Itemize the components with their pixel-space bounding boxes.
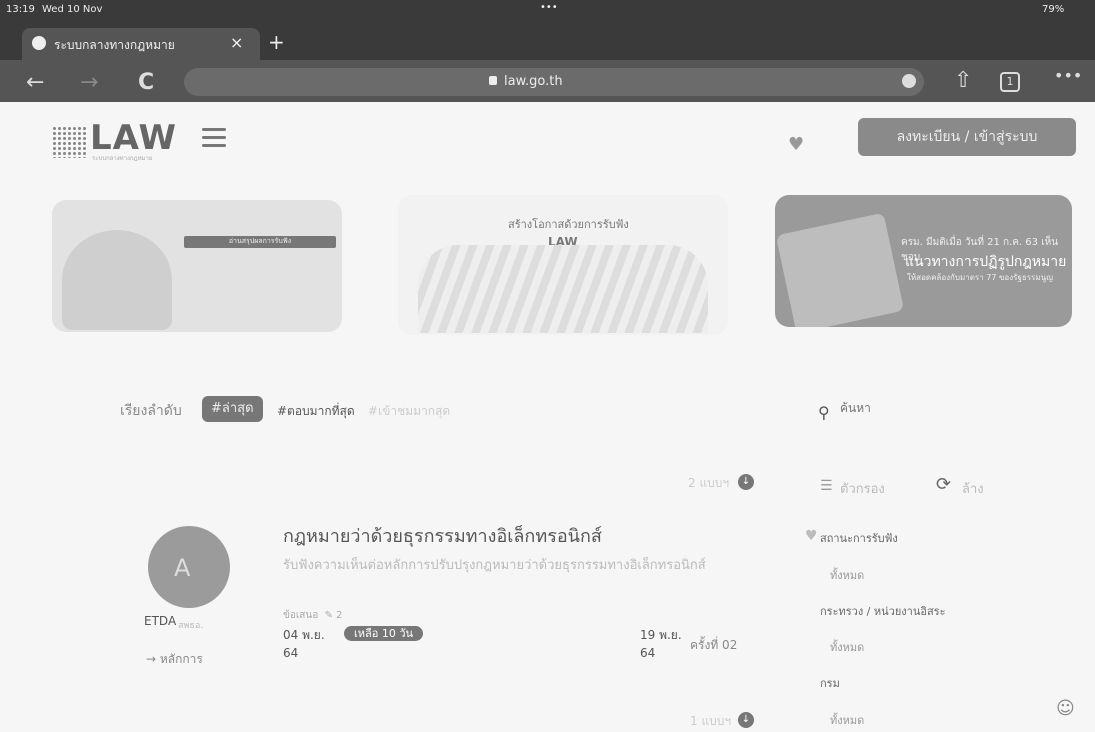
tab-title: ระบบกลางทางกฎหมาย: [54, 38, 175, 52]
close-tab-icon[interactable]: ×: [230, 33, 243, 52]
search-icon: ⚲: [818, 403, 830, 422]
site-logo[interactable]: LAW: [90, 118, 177, 158]
microphone-icon[interactable]: [902, 74, 916, 88]
status-dots: •••: [540, 2, 558, 13]
proposal-label: ข้อเสนอ: [283, 610, 319, 621]
banner-summary-label: อ่านสรุปผลการรับฟัง: [184, 236, 336, 248]
status-time: 13:19: [6, 4, 35, 15]
days-left-badge: เหลือ 10 วัน: [344, 626, 424, 641]
filter-status-value[interactable]: ทั้งหมด: [830, 566, 864, 584]
lock-icon: [489, 76, 497, 85]
crowd-illustration: [418, 245, 708, 333]
browser-tab[interactable]: ระบบกลางทางกฎหมาย ×: [22, 28, 260, 60]
search-input[interactable]: [838, 400, 1002, 416]
sort-label: เรียงลำดับ: [120, 403, 182, 419]
status-date: Wed 10 Nov: [42, 4, 103, 15]
more-menu-button[interactable]: •••: [1054, 66, 1082, 85]
globe-icon: [32, 36, 46, 50]
proposal-count: 2: [336, 610, 343, 621]
banner-reform[interactable]: ครม. มีมติเมื่อ วันที่ 21 ก.ค. 63 เห็นชอ…: [775, 195, 1072, 327]
start-date-day: 04 พ.ย.: [283, 628, 325, 642]
org-name: ETDA: [144, 614, 177, 628]
hamburger-menu-icon[interactable]: [202, 128, 226, 148]
filter-title[interactable]: ตัวกรอง: [840, 478, 885, 499]
sort-most-answered[interactable]: #ตอบมากที่สุด: [277, 402, 355, 421]
tabs-count-button[interactable]: 1: [1000, 72, 1020, 92]
more-count-top: 2 แบบฯ: [688, 476, 730, 490]
arrow-down-icon[interactable]: ↓: [738, 474, 754, 490]
refresh-icon[interactable]: ⟳: [936, 474, 951, 495]
banner-opportunity[interactable]: สร้างโอกาสด้วยการรับฟัง LAW: [398, 195, 728, 335]
new-tab-button[interactable]: +: [268, 30, 285, 54]
register-login-button[interactable]: ลงทะเบียน / เข้าสู่ระบบ: [858, 118, 1076, 156]
address-bar[interactable]: law.go.th: [184, 68, 924, 96]
reload-button[interactable]: C: [138, 70, 154, 95]
clear-filter-button[interactable]: ล้าง: [962, 478, 984, 499]
banner-summary[interactable]: อ่านสรุปผลการรับฟัง: [52, 200, 342, 332]
favorite-heart-icon[interactable]: ♥: [805, 528, 818, 544]
post-description: รับฟังความเห็นต่อหลักการปรับปรุงกฎหมายว่…: [283, 558, 706, 573]
start-date: 04 พ.ย. 64: [283, 626, 325, 662]
filter-ministry-label: กระทรวง / หน่วยงานอิสระ: [820, 605, 946, 618]
start-date-year: 64: [283, 646, 299, 660]
round-number: ครั้งที่ 02: [690, 638, 738, 652]
banner-reform-subtitle: ให้สอดคล้องกับมาตรา 77 ของรัฐธรรมนูญ: [907, 273, 1053, 282]
more-count-bottom: 1 แบบฯ: [690, 714, 732, 728]
org-subname: สพธอ.: [178, 621, 204, 631]
back-button[interactable]: ←: [26, 70, 44, 95]
org-logo-icon: A: [174, 554, 191, 582]
battery-level: 79%: [1042, 4, 1065, 15]
filter-ministry-value[interactable]: ทั้งหมด: [830, 638, 864, 656]
banner-reform-title: แนวทางการปฏิรูปกฎหมาย: [905, 254, 1067, 270]
banner-opportunity-title: สร้างโอกาสด้วยการรับฟัง: [508, 218, 629, 231]
end-date-year: 64: [640, 646, 656, 660]
site-logo-subtitle: ระบบกลางทางกฎหมาย: [92, 155, 153, 162]
forward-button[interactable]: →: [80, 70, 98, 95]
post-stats: ข้อเสนอ ✎ 2: [283, 610, 343, 621]
arrow-down-icon[interactable]: ↓: [738, 712, 754, 728]
sort-most-viewed[interactable]: #เข้าชมมากสุด: [368, 402, 450, 421]
end-date-day: 19 พ.ย.: [640, 628, 682, 642]
filter-status-label: สถานะการรับฟัง: [820, 532, 898, 545]
org-avatar: A: [148, 526, 230, 608]
feedback-icon[interactable]: ☺: [1056, 698, 1075, 719]
people-illustration: [62, 230, 172, 330]
sort-latest-chip[interactable]: #ล่าสุด: [202, 396, 263, 422]
url-text: law.go.th: [504, 74, 563, 89]
end-date: 19 พ.ย. 64: [640, 626, 682, 662]
documents-illustration: [775, 212, 905, 327]
principle-link[interactable]: → หลักการ: [146, 650, 203, 669]
principle-label: หลักการ: [159, 652, 203, 666]
share-button[interactable]: ⇧: [954, 68, 972, 93]
filter-icon: ☰: [820, 478, 833, 494]
logo-icon: [52, 126, 86, 158]
heart-icon[interactable]: ♥: [788, 134, 804, 155]
filter-dept-label: กรม: [820, 677, 840, 690]
post-title[interactable]: กฎหมายว่าด้วยธุรกรรมทางอิเล็กทรอนิกส์: [283, 521, 602, 550]
filter-dept-value[interactable]: ทั้งหมด: [830, 711, 864, 729]
